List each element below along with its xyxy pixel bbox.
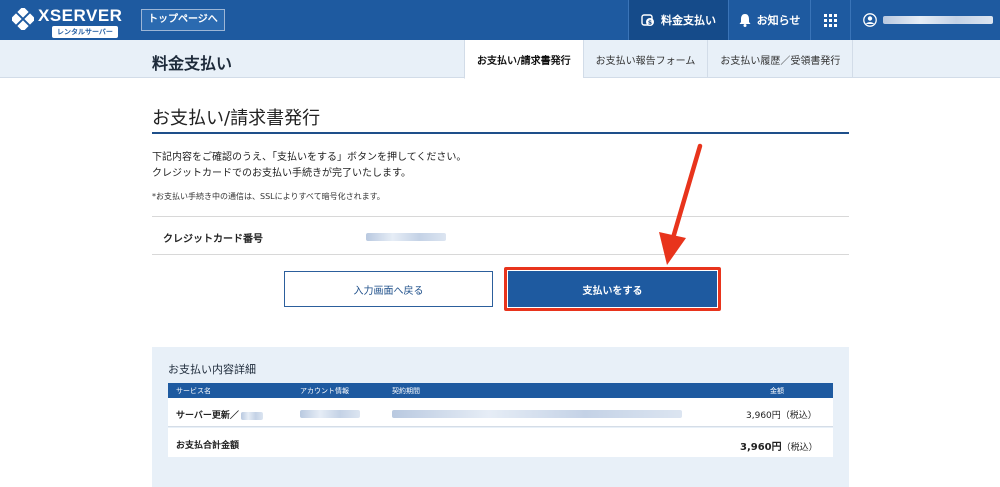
row-amount: 3,960円（税込） xyxy=(746,411,817,421)
col-contract-period: 契約期間 xyxy=(392,387,420,395)
brand-name: XSERVER xyxy=(38,6,123,25)
instructions: 下記内容をご確認のうえ、「支払いをする」ボタンを押してください。 クレジットカー… xyxy=(152,150,466,182)
nav-payment[interactable]: $ 料金支払い xyxy=(628,0,728,40)
total-label: お支払合計金額 xyxy=(176,441,240,451)
contract-period-redacted xyxy=(392,410,682,418)
credit-card-number-redacted xyxy=(366,233,446,241)
account-info-redacted xyxy=(300,410,360,418)
ssl-note: *お支払い手続き中の通信は、SSLによりすべて暗号化されます。 xyxy=(152,192,385,201)
svg-text:$: $ xyxy=(648,20,652,27)
top-header: XSERVER レンタルサーバー トップページへ $ 料金支払い お知らせ xyxy=(0,0,1000,40)
col-amount: 金額 xyxy=(770,387,784,395)
coin-icon: $ xyxy=(641,13,655,27)
nav-news[interactable]: お知らせ xyxy=(728,0,810,40)
top-page-button[interactable]: トップページへ xyxy=(141,9,225,31)
credit-card-row: クレジットカード番号 xyxy=(152,216,849,255)
total-amount-cell: 3,960円（税込） xyxy=(740,438,818,453)
user-account-menu[interactable] xyxy=(850,0,1000,40)
section-title: お支払い/請求書発行 xyxy=(152,104,849,134)
service-name-text: サーバー更新／ xyxy=(176,411,239,421)
total-tax-note: （税込） xyxy=(781,443,818,453)
header-nav: $ 料金支払い お知らせ xyxy=(628,0,1000,40)
page-title: 料金支払い xyxy=(152,54,233,73)
logo-diamond-icon xyxy=(12,8,34,30)
user-name-redacted xyxy=(883,16,993,24)
instruction-line-1: 下記内容をご確認のうえ、「支払いをする」ボタンを押してください。 xyxy=(152,152,467,163)
total-row: お支払合計金額 3,960円（税込） xyxy=(168,428,833,457)
bell-icon xyxy=(739,13,751,27)
brand-subtitle: レンタルサーバー xyxy=(52,26,118,38)
tab-payment-history[interactable]: お支払い履歴／受領書発行 xyxy=(707,40,854,78)
tab-payment-report-form[interactable]: お支払い報告フォーム xyxy=(582,40,708,78)
instruction-line-2: クレジットカードでのお支払い手続きが完了いたします。 xyxy=(152,168,411,179)
col-service-name: サービス名 xyxy=(176,387,211,395)
sub-header: 料金支払い お支払い/請求書発行 お支払い報告フォーム お支払い履歴／受領書発行 xyxy=(0,40,1000,79)
service-name-cell: サーバー更新／ xyxy=(176,408,263,421)
apps-menu-button[interactable] xyxy=(810,0,850,40)
server-id-redacted xyxy=(240,411,263,420)
nav-payment-label: 料金支払い xyxy=(661,14,716,27)
total-amount: 3,960円 xyxy=(740,442,782,453)
tab-payment-invoice[interactable]: お支払い/請求書発行 xyxy=(464,40,583,79)
detail-title: お支払い内容詳細 xyxy=(168,363,256,376)
payment-detail-panel: お支払い内容詳細 サービス名 アカウント情報 契約期間 金額 サーバー更新／ 3… xyxy=(152,347,849,487)
credit-card-label: クレジットカード番号 xyxy=(163,234,263,245)
pay-button[interactable]: 支払いをする xyxy=(508,271,717,307)
table-row: サーバー更新／ 3,960円（税込） xyxy=(168,398,833,427)
grid-icon xyxy=(824,13,837,27)
nav-news-label: お知らせ xyxy=(756,14,801,27)
annotation-arrow-icon xyxy=(659,143,703,265)
back-to-input-button[interactable]: 入力画面へ戻る xyxy=(284,271,493,307)
user-icon xyxy=(863,13,877,27)
xserver-logo[interactable]: XSERVER レンタルサーバー xyxy=(12,5,132,38)
col-account-info: アカウント情報 xyxy=(300,387,349,395)
sub-tabs: お支払い/請求書発行 お支払い報告フォーム お支払い履歴／受領書発行 xyxy=(464,40,854,79)
detail-table-header: サービス名 アカウント情報 契約期間 金額 xyxy=(168,383,833,398)
